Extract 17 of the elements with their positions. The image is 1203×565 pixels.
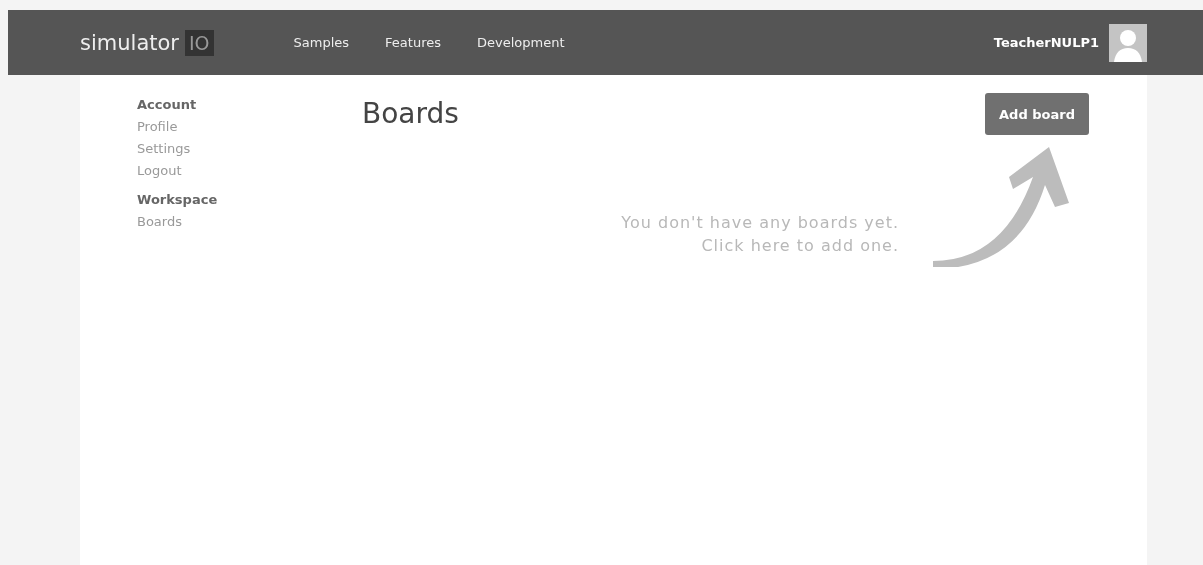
empty-message: You don't have any boards yet. — [621, 212, 899, 234]
nav-link[interactable]: Development — [476, 35, 565, 50]
sidebar-link[interactable]: Profile — [137, 119, 362, 134]
user-name[interactable]: TeacherNULP1 — [993, 35, 1099, 50]
page-title: Boards — [362, 97, 459, 130]
nav-link[interactable]: Samples — [293, 35, 350, 50]
empty-message: Click here to add one. — [701, 235, 899, 257]
avatar-icon[interactable] — [1109, 23, 1147, 62]
sidebar-link[interactable]: Logout — [137, 163, 362, 178]
logo-text[interactable]: simulator — [80, 30, 179, 55]
sidebar-heading: Workspace — [137, 192, 219, 207]
add-board-button[interactable]: Add board — [985, 93, 1089, 135]
sidebar-heading: Account — [137, 97, 198, 112]
nav-link[interactable]: Features — [385, 35, 441, 50]
sidebar-link[interactable]: Boards — [137, 214, 362, 229]
sidebar-link[interactable]: Settings — [137, 141, 362, 156]
logo-badge[interactable]: IO — [184, 29, 214, 56]
